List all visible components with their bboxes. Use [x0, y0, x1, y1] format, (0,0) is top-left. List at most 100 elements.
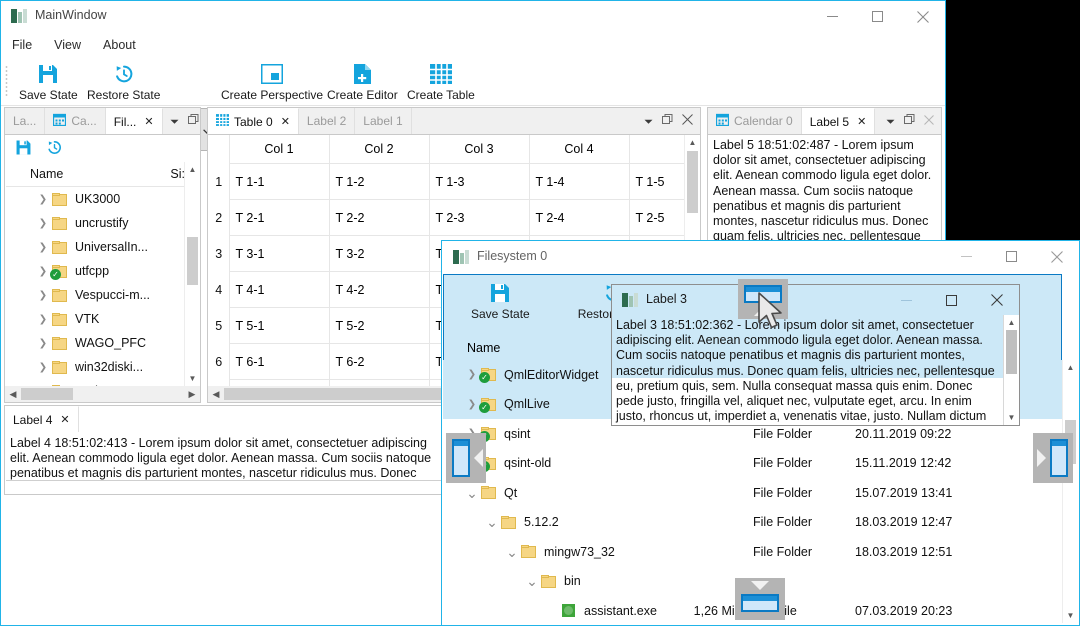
close-button[interactable]: [900, 1, 945, 32]
close-button[interactable]: [1034, 241, 1079, 272]
tree-item[interactable]: ❯ uncrustify: [6, 211, 199, 235]
left-tree-vscrollbar[interactable]: ▲ ▼: [184, 162, 200, 386]
create-editor-button[interactable]: Create Editor: [321, 61, 404, 103]
create-perspective-button[interactable]: Create Perspective: [215, 61, 329, 103]
scroll-right-icon[interactable]: ▶: [184, 389, 200, 400]
table-cell[interactable]: T 6-1: [228, 343, 330, 380]
filesystem-row[interactable]: ❯✓qsint-oldFile Folder15.11.2019 12:42: [443, 449, 1062, 479]
close-icon[interactable]: ✕: [60, 413, 69, 426]
tab-label-5[interactable]: Label 5 ✕: [801, 108, 876, 134]
close-icon[interactable]: [682, 114, 693, 128]
tab-calendar[interactable]: Ca...: [45, 108, 106, 134]
vscroll-thumb[interactable]: [687, 151, 698, 213]
table-cell[interactable]: T 4-1: [228, 271, 330, 308]
minimize-button[interactable]: [884, 285, 929, 315]
dock-guide-left[interactable]: [446, 433, 486, 483]
dock-guide-bottom[interactable]: [735, 578, 785, 620]
column-header[interactable]: Col 4: [528, 135, 630, 164]
filesystem-row[interactable]: ⌄ Qt File Folder 15.07.2019 13:41: [443, 478, 1062, 508]
tree-item[interactable]: ❯ WAGO_PFC: [6, 331, 199, 355]
table-cell[interactable]: T 1-3: [428, 163, 530, 200]
tree-item[interactable]: ❯ Vespucci-m...: [6, 283, 199, 307]
close-button[interactable]: [974, 285, 1019, 315]
tab-label-4[interactable]: Label 4 ✕: [5, 406, 79, 432]
table-row[interactable]: 2T 2-1 T 2-2 T 2-3 T 2-4 T 2-5: [209, 199, 685, 236]
maximize-button[interactable]: [929, 285, 974, 315]
vscroll-thumb[interactable]: [1006, 330, 1017, 374]
minimize-button[interactable]: [944, 241, 989, 272]
menu-view[interactable]: View: [43, 35, 92, 55]
chevron-right-icon[interactable]: ❯: [34, 362, 52, 373]
toolbar-grip[interactable]: [5, 65, 8, 98]
close-icon[interactable]: [924, 114, 934, 128]
tab-filesystem[interactable]: Fil... ✕: [105, 108, 163, 134]
scroll-left-icon[interactable]: ◀: [208, 389, 224, 400]
maximize-button[interactable]: [989, 241, 1034, 272]
scroll-left-icon[interactable]: ◀: [5, 389, 21, 400]
tree-item[interactable]: ❯ VTK: [6, 307, 199, 331]
create-table-button[interactable]: Create Table: [401, 61, 481, 103]
hscroll-thumb[interactable]: [21, 388, 73, 400]
close-icon[interactable]: ✕: [144, 115, 153, 128]
restore-icon[interactable]: [46, 139, 63, 159]
maximize-button[interactable]: [855, 1, 900, 32]
table-cell[interactable]: T 1-1: [228, 163, 330, 200]
row-header[interactable]: 5: [209, 307, 229, 344]
tab-calendar-0[interactable]: Calendar 0: [708, 108, 802, 134]
chevron-down-icon[interactable]: ⌄: [483, 515, 501, 529]
menu-file[interactable]: File: [1, 35, 43, 55]
float-icon[interactable]: [662, 114, 673, 128]
dock-guide-top[interactable]: [738, 279, 788, 319]
chevron-right-icon[interactable]: ❯: [34, 194, 52, 205]
table-row[interactable]: 1T 1-1 T 1-2 T 1-3 T 1-4 T 1-5: [209, 163, 685, 200]
column-header[interactable]: Col: [628, 135, 685, 164]
table-cell[interactable]: T 5-1: [228, 307, 330, 344]
column-header[interactable]: Col 1: [228, 135, 330, 164]
table-cell[interactable]: T 1-4: [528, 163, 630, 200]
filesystem-vscrollbar[interactable]: ▲ ▼: [1062, 360, 1078, 623]
close-icon[interactable]: ✕: [857, 115, 866, 128]
filesystem-row[interactable]: ⌄ 5.12.2 File Folder 18.03.2019 12:47: [443, 508, 1062, 538]
table-cell[interactable]: T 5-2: [328, 307, 430, 344]
table-cell[interactable]: T 6-2: [328, 343, 430, 380]
chevron-right-icon[interactable]: ❯: [34, 242, 52, 253]
table-cell[interactable]: T 1-5: [628, 163, 685, 200]
scroll-up-icon[interactable]: ▲: [185, 162, 200, 177]
chevron-down-icon[interactable]: ⌄: [523, 574, 541, 588]
float-icon[interactable]: [187, 114, 199, 128]
scroll-up-icon[interactable]: ▲: [1063, 360, 1078, 375]
save-state-button[interactable]: Save State: [13, 61, 84, 103]
tab-menu-icon[interactable]: [644, 114, 653, 128]
chevron-down-icon[interactable]: ⌄: [503, 545, 521, 559]
table-cell[interactable]: T 1-2: [328, 163, 430, 200]
table-cell[interactable]: T 3-2: [328, 235, 430, 272]
table-cell[interactable]: T 4-2: [328, 271, 430, 308]
left-tree-hscrollbar[interactable]: ◀ ▶: [5, 386, 200, 402]
table-cell[interactable]: T 2-3: [428, 199, 530, 236]
tab-menu-icon[interactable]: [170, 114, 179, 128]
row-header[interactable]: 4: [209, 271, 229, 308]
tab-label-1[interactable]: Label 1: [355, 108, 412, 134]
vscroll-thumb[interactable]: [187, 237, 198, 285]
chevron-down-icon[interactable]: ⌄: [463, 486, 481, 500]
dock-guide-right[interactable]: [1033, 433, 1073, 483]
chevron-right-icon[interactable]: ❯: [34, 218, 52, 229]
fs-save-state-button[interactable]: Save State: [465, 280, 536, 322]
row-header[interactable]: 2: [209, 199, 229, 236]
table-cell[interactable]: T 2-1: [228, 199, 330, 236]
float-icon[interactable]: [904, 114, 915, 128]
table-cell[interactable]: T 2-2: [328, 199, 430, 236]
tab-label-0[interactable]: La...: [5, 108, 46, 134]
tree-item[interactable]: ❯ ✓ utfcpp: [6, 259, 199, 283]
table-cell[interactable]: T 2-5: [628, 199, 685, 236]
scroll-down-icon[interactable]: ▼: [1063, 608, 1078, 623]
scroll-up-icon[interactable]: ▲: [1004, 315, 1019, 330]
chevron-right-icon[interactable]: ❯: [34, 314, 52, 325]
row-header[interactable]: 6: [209, 343, 229, 380]
table-cell[interactable]: T 2-4: [528, 199, 630, 236]
tree-item[interactable]: ❯ UniversalIn...: [6, 235, 199, 259]
column-header[interactable]: Col 2: [328, 135, 430, 164]
close-icon[interactable]: ✕: [281, 115, 290, 128]
column-header[interactable]: Col 3: [428, 135, 530, 164]
scroll-down-icon[interactable]: ▼: [185, 371, 200, 386]
